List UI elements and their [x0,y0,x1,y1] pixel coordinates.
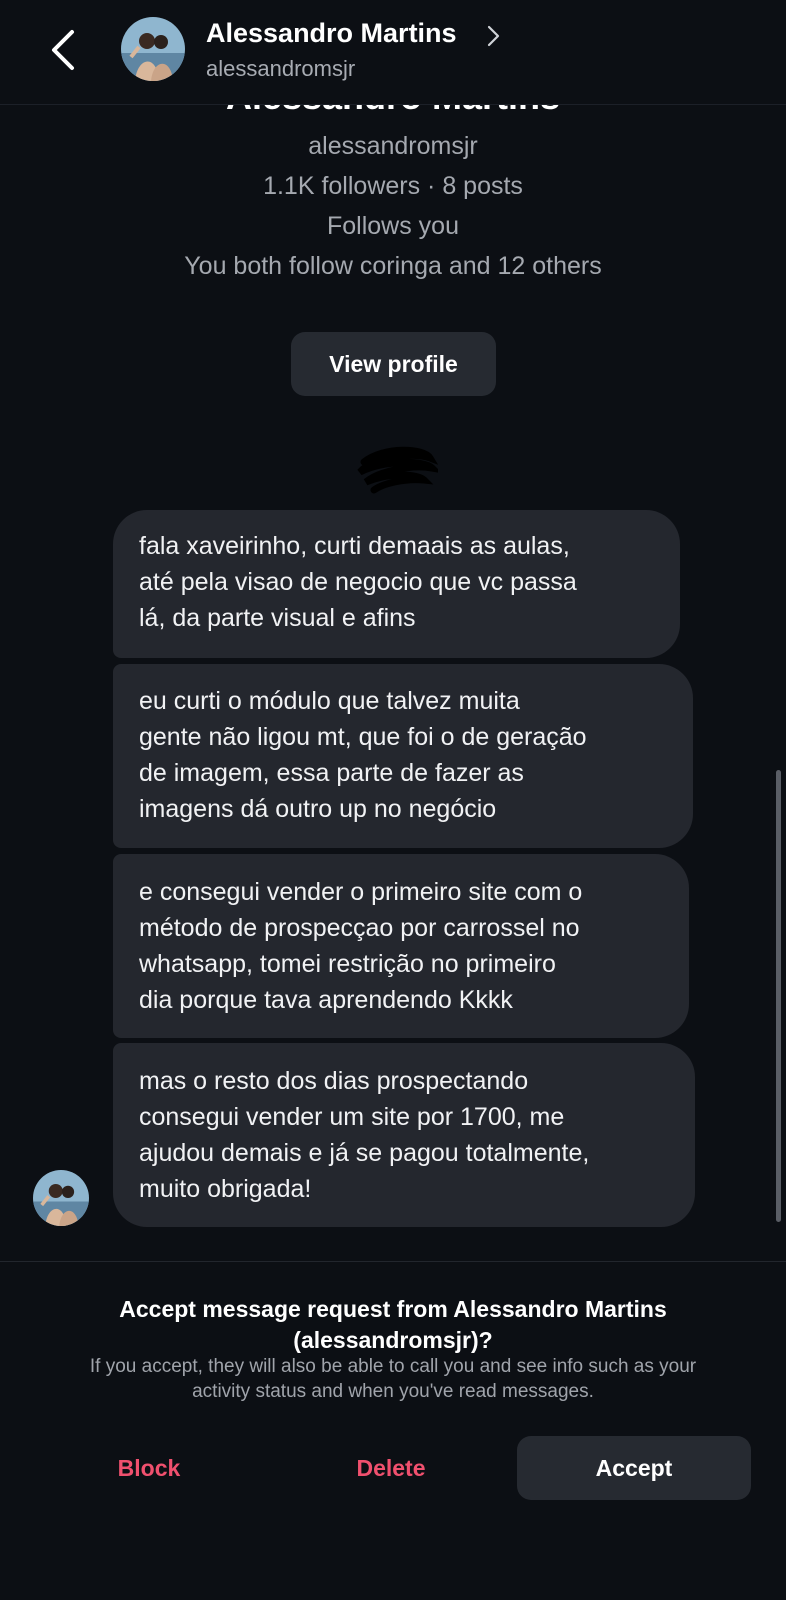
follows-you-label: Follows you [327,212,459,240]
back-button[interactable] [44,24,84,76]
request-description: If you accept, they will also be able to… [30,1354,756,1404]
message-bubble[interactable]: fala xaveirinho, curti demaais as aulas,… [113,510,680,658]
delete-button[interactable]: Delete [326,1436,456,1500]
message-line: dia porque tava aprendendo Kkkk [139,986,513,1014]
message-line: método de prospecçao por carrossel no [139,914,580,942]
header-avatar[interactable] [121,17,185,81]
dm-request-screen: Alessandro Martins alessandromsjr 1.1K f… [0,0,786,1600]
request-desc-line: activity status and when you've read mes… [192,1381,594,1402]
panel-divider [0,1261,786,1262]
message-line: mas o resto dos dias prospectando [139,1067,529,1095]
sender-avatar[interactable] [33,1170,89,1226]
message-bubble[interactable]: e consegui vender o primeiro site com o … [113,854,689,1038]
message-line: fala xaveirinho, curti demaais as aulas, [139,532,570,560]
message-line: e consegui vender o primeiro site com o [139,878,583,906]
message-line: whatsapp, tomei restrição no primeiro [139,950,556,978]
header-name[interactable]: Alessandro Martins [206,18,457,49]
message-line: eu curti o módulo que talvez muita [139,687,520,715]
profile-photo-icon [33,1170,89,1226]
message-line: consegui vender um site por 1700, me [139,1103,565,1131]
message-line: muito obrigada! [139,1175,312,1203]
chevron-right-icon[interactable] [486,22,502,50]
profile-username: alessandromsjr [308,132,478,160]
message-line: gente não ligou mt, que foi o de geração [139,723,587,751]
message-bubble[interactable]: eu curti o módulo que talvez muita gente… [113,664,693,848]
accept-button[interactable]: Accept [517,1436,751,1500]
view-profile-button[interactable]: View profile [291,332,496,396]
mutual-followers: You both follow coringa and 12 others [184,252,602,280]
profile-stats: 1.1K followers · 8 posts [263,172,523,200]
message-bubble[interactable]: mas o resto dos dias prospectando conseg… [113,1043,695,1227]
message-line: ajudou demais e já se pagou totalmente, [139,1139,590,1167]
request-title-line: (alessandromsjr)? [293,1327,493,1353]
message-line: até pela visao de negocio que vc passa [139,568,577,596]
chevron-left-icon [52,30,74,70]
message-line: lá, da parte visual e afins [139,604,416,632]
redaction-scribble [357,446,438,494]
request-desc-line: If you accept, they will also be able to… [89,1356,697,1377]
chat-header: Alessandro Martins alessandromsjr [0,0,786,105]
block-button[interactable]: Block [84,1436,214,1500]
profile-photo-icon [121,17,185,81]
header-username: alessandromsjr [206,56,356,81]
message-line: de imagem, essa parte de fazer as [139,759,524,787]
message-line: imagens dá outro up no negócio [139,795,497,823]
scrollbar[interactable] [776,770,781,1222]
request-title-line: Accept message request from Alessandro M… [119,1296,667,1322]
request-title: Accept message request from Alessandro M… [40,1294,746,1356]
